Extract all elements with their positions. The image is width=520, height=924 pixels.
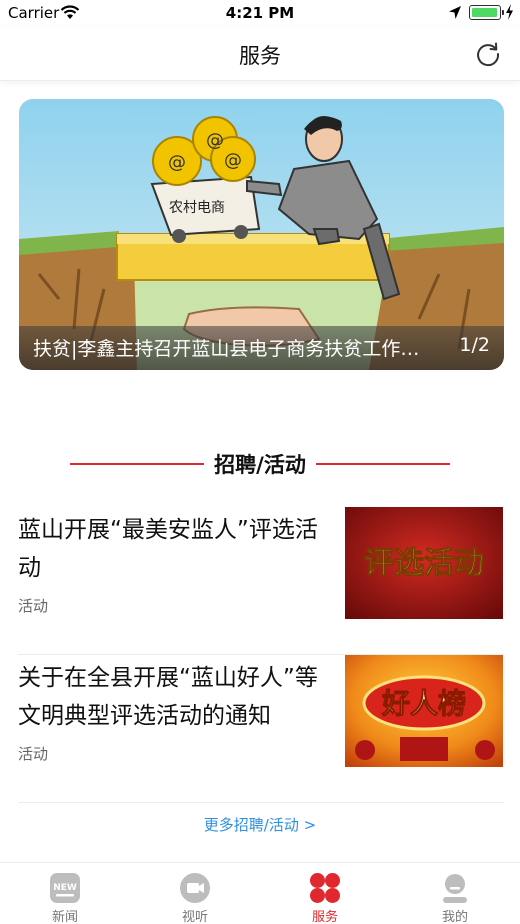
- list-item[interactable]: 蓝山开展“最美安监人”评选活动 活动 评选活动: [18, 507, 504, 655]
- article-tag: 活动: [18, 597, 49, 615]
- tab-service[interactable]: 服务: [260, 863, 390, 924]
- cart-label: 农村电商: [169, 200, 225, 216]
- tab-label: 新闻: [51, 910, 78, 924]
- refresh-icon[interactable]: [474, 40, 502, 68]
- charging-bolt-icon: [506, 4, 513, 20]
- article-thumbnail[interactable]: 评选活动: [345, 507, 503, 619]
- svg-text:NEW: NEW: [53, 883, 77, 893]
- video-icon: [180, 873, 210, 903]
- list-item[interactable]: 关于在全县开展“蓝山好人”等文明典型评选活动的通知 活动 好人榜: [18, 655, 504, 803]
- service-icon: [310, 873, 340, 903]
- banner-title[interactable]: 扶贫|李鑫主持召开蓝山县电子商务扶贫工作会议: [33, 334, 428, 361]
- battery-icon: [469, 5, 504, 20]
- thumb-text: 好人榜: [381, 687, 466, 720]
- news-icon: NEW: [50, 873, 80, 903]
- article-thumbnail[interactable]: 好人榜: [345, 655, 503, 767]
- banner-carousel[interactable]: 农村电商 @ @ @ 扶贫|李鑫主持召开蓝山县电子商务扶贫工作会议 1/2: [19, 99, 504, 370]
- tab-label: 我的: [441, 910, 468, 924]
- navigation-bar: 服务: [0, 27, 520, 81]
- banner-caption: 扶贫|李鑫主持召开蓝山县电子商务扶贫工作会议 1/2: [19, 326, 504, 370]
- tab-news[interactable]: NEW 新闻: [0, 863, 130, 924]
- tab-video[interactable]: 视听: [130, 863, 260, 924]
- profile-icon: [443, 874, 467, 903]
- tab-bar: NEW 新闻 视听 服务 我的: [0, 862, 520, 924]
- section-divider-right: [316, 463, 450, 465]
- status-bar: Carrier 4:21 PM: [0, 0, 520, 27]
- more-activities-link[interactable]: 更多招聘/活动 >: [0, 814, 520, 835]
- banner-page-indicator: 1/2: [459, 334, 490, 356]
- svg-text:@: @: [224, 150, 242, 171]
- thumb-text: 评选活动: [364, 546, 484, 581]
- article-title[interactable]: 蓝山开展“最美安监人”评选活动: [18, 511, 323, 587]
- tab-label: 视听: [181, 910, 208, 924]
- article-tag: 活动: [18, 745, 49, 763]
- section-header: 招聘/活动: [0, 446, 520, 480]
- svg-text:@: @: [168, 152, 186, 173]
- page-title: 服务: [239, 44, 281, 68]
- tab-label: 服务: [311, 910, 338, 924]
- location-arrow-icon: [449, 6, 461, 19]
- article-title[interactable]: 关于在全县开展“蓝山好人”等文明典型评选活动的通知: [18, 659, 323, 735]
- clock: 4:21 PM: [225, 4, 295, 22]
- svg-text:@: @: [206, 130, 224, 151]
- tab-profile[interactable]: 我的: [390, 863, 520, 924]
